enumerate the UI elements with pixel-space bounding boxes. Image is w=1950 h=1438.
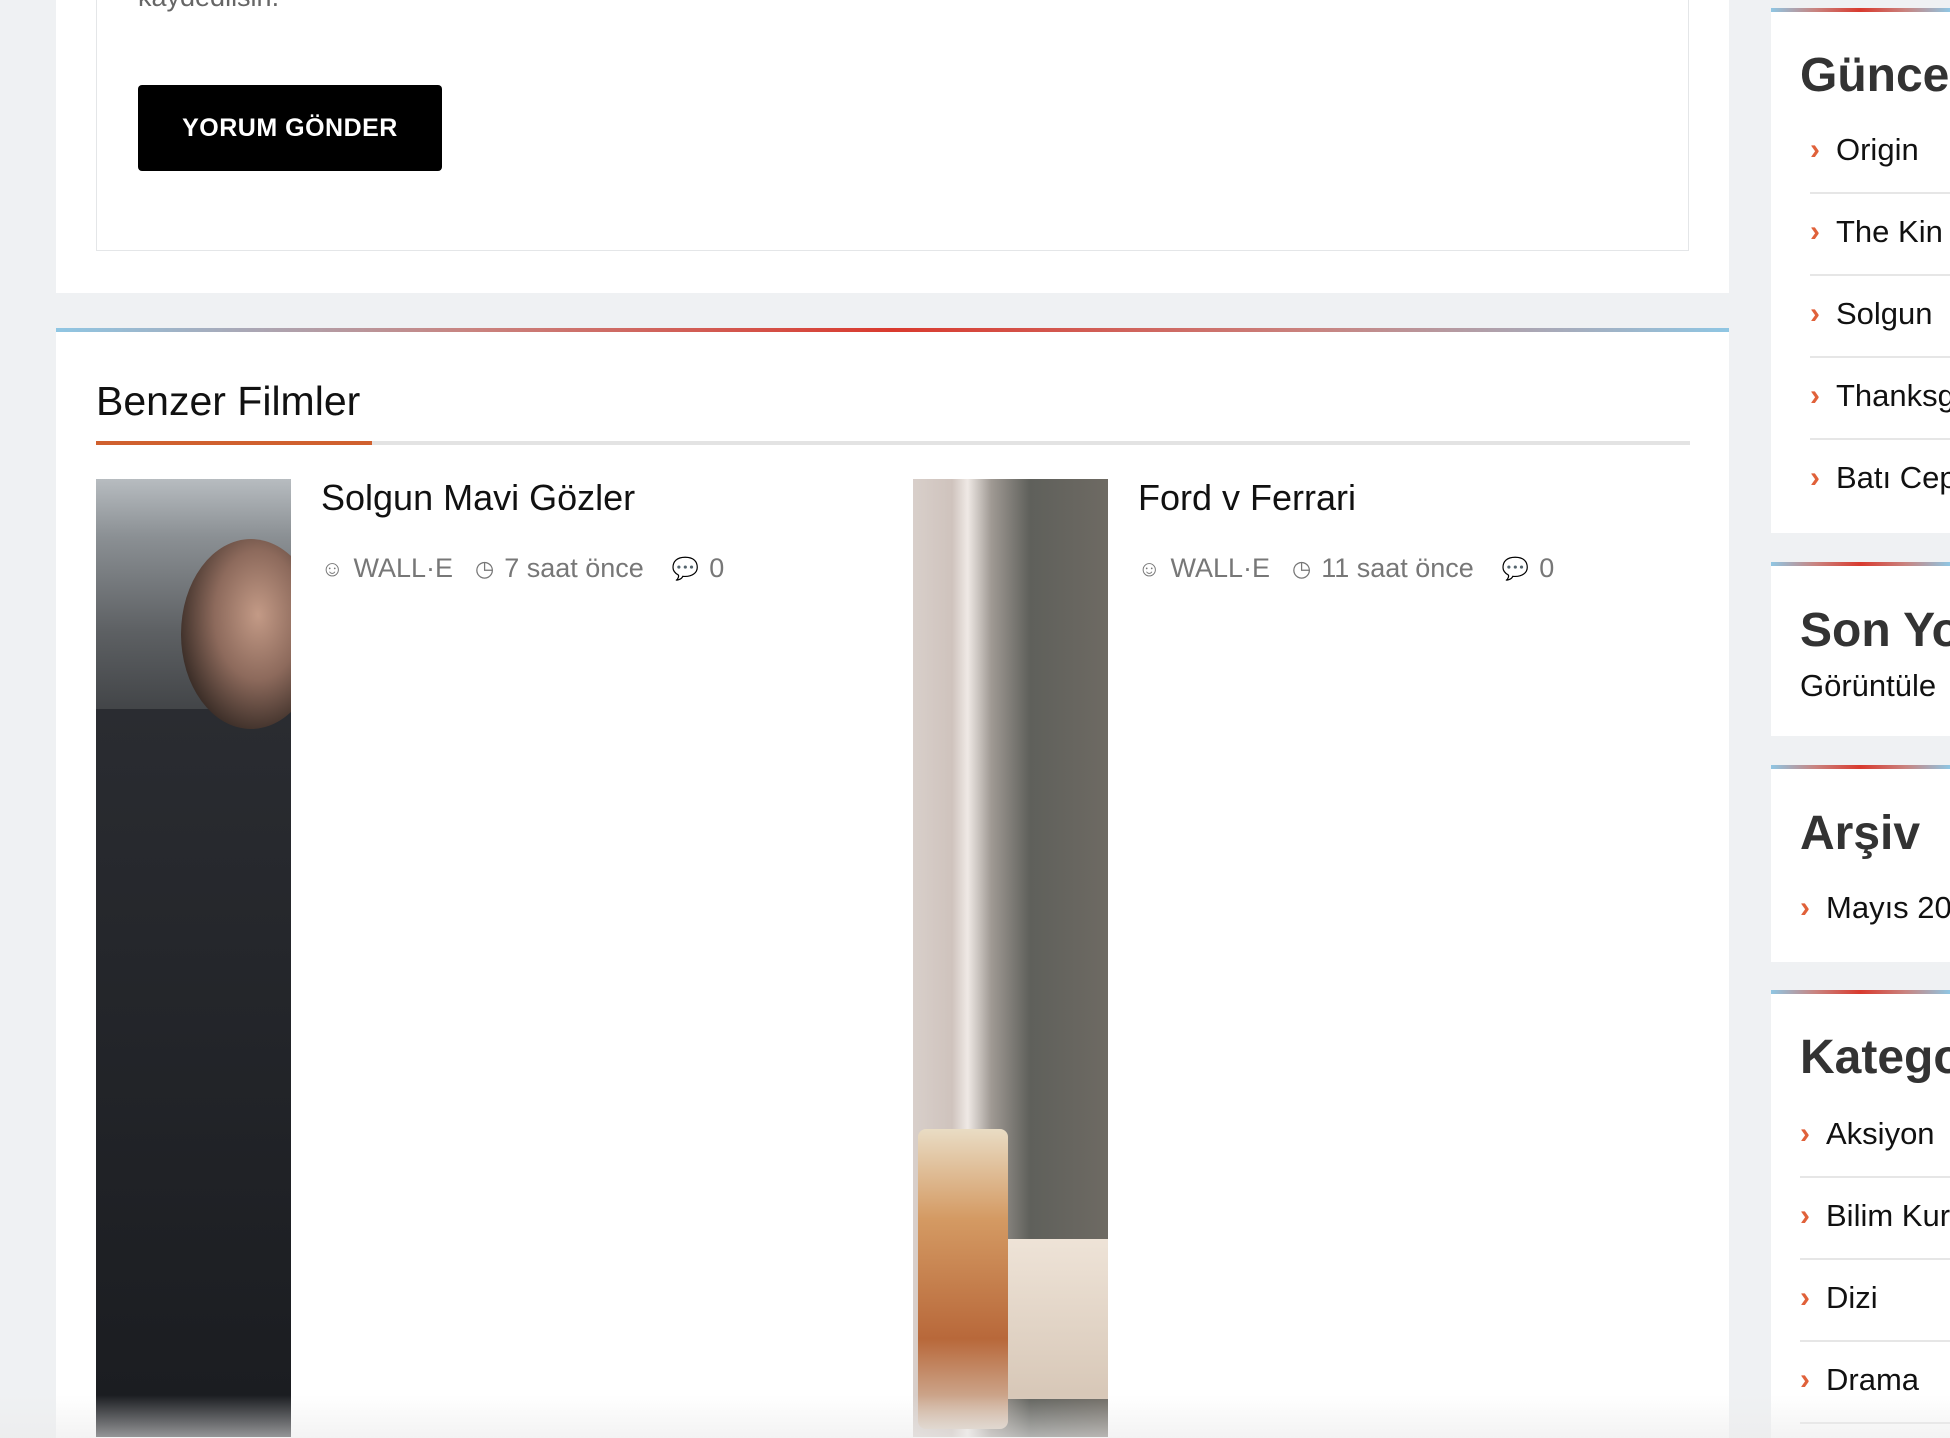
- archive-widget: [1771, 765, 1950, 962]
- widget-title: Arşiv: [1800, 807, 1921, 860]
- film-poster[interactable]: [96, 479, 291, 1437]
- chevron-right-icon: ›: [1810, 297, 1820, 330]
- film-poster[interactable]: [913, 479, 1108, 1437]
- chevron-right-icon: ›: [1810, 215, 1820, 248]
- archive-month-link[interactable]: › Mayıs 20: [1800, 890, 1950, 926]
- scroll-fade: [0, 1395, 1950, 1438]
- view-comments-link[interactable]: Görüntüle: [1800, 668, 1936, 704]
- recent-post-link[interactable]: › Batı Cep: [1810, 460, 1950, 496]
- user-circle-icon: ☺: [1138, 555, 1161, 581]
- widget-title: Günce: [1800, 49, 1950, 102]
- clock-icon: ◷: [475, 555, 495, 581]
- widget-top-gradient: [1771, 8, 1950, 12]
- film-title-link[interactable]: Ford v Ferrari: [1138, 477, 1356, 519]
- post-time: 7 saat önce: [504, 553, 644, 583]
- clock-icon: ◷: [1292, 555, 1312, 581]
- film-meta: ☺ WALL·E ◷ 11 saat önce 💬 0: [1138, 553, 1554, 584]
- category-link[interactable]: › Dizi: [1800, 1280, 1878, 1316]
- chevron-right-icon: ›: [1810, 133, 1820, 166]
- widget-top-gradient: [1771, 765, 1950, 769]
- film-title-link[interactable]: Solgun Mavi Gözler: [321, 477, 635, 519]
- user-circle-icon: ☺: [321, 555, 344, 581]
- recent-post-link[interactable]: › The Kin: [1810, 214, 1943, 250]
- recent-post-link[interactable]: › Origin: [1810, 132, 1919, 168]
- chevron-right-icon: ›: [1800, 891, 1810, 924]
- author-link[interactable]: WALL·E: [353, 553, 453, 584]
- comment-count[interactable]: 0: [709, 553, 724, 584]
- comment-count[interactable]: 0: [1539, 553, 1554, 584]
- widget-title: Son Yo: [1800, 604, 1950, 657]
- film-meta: ☺ WALL·E ◷ 7 saat önce 💬 0: [321, 553, 724, 584]
- section-title: Benzer Filmler: [96, 378, 361, 424]
- comment-form-note: kaydedilsin.: [138, 0, 279, 13]
- chevron-right-icon: ›: [1800, 1281, 1810, 1314]
- category-link[interactable]: › Aksiyon: [1800, 1116, 1935, 1152]
- comment-icon: 💬: [1501, 555, 1530, 581]
- recent-post-link[interactable]: › Solgun: [1810, 296, 1933, 332]
- category-link[interactable]: › Bilim Kur: [1800, 1198, 1950, 1234]
- chevron-right-icon: ›: [1810, 461, 1820, 494]
- comment-icon: 💬: [671, 555, 700, 581]
- widget-top-gradient: [1771, 562, 1950, 566]
- title-underline-accent: [96, 441, 372, 445]
- category-link[interactable]: › Drama: [1800, 1362, 1919, 1398]
- author-link[interactable]: WALL·E: [1170, 553, 1270, 584]
- post-time: 11 saat önce: [1321, 553, 1474, 583]
- card-top-gradient: [56, 328, 1729, 332]
- similar-films-card: [56, 328, 1729, 1438]
- recent-post-link[interactable]: › Thanksg: [1810, 378, 1950, 414]
- chevron-right-icon: ›: [1810, 379, 1820, 412]
- widget-title: Katego: [1800, 1031, 1950, 1084]
- chevron-right-icon: ›: [1800, 1117, 1810, 1150]
- submit-comment-button[interactable]: YORUM GÖNDER: [138, 85, 442, 171]
- widget-top-gradient: [1771, 990, 1950, 994]
- chevron-right-icon: ›: [1800, 1199, 1810, 1232]
- chevron-right-icon: ›: [1800, 1363, 1810, 1396]
